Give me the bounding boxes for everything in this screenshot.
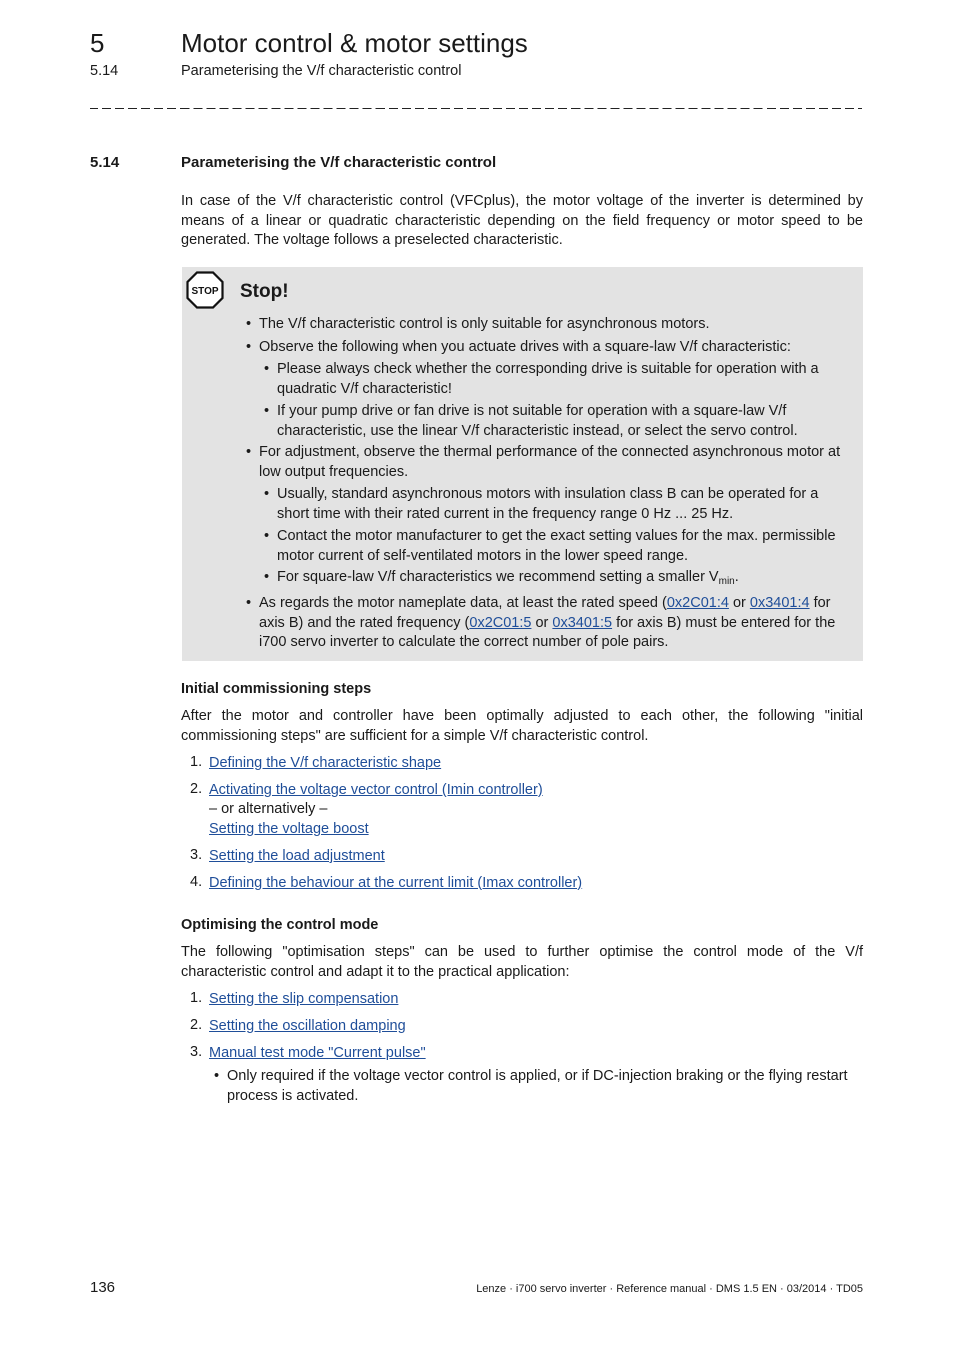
stop-subbullet: • Contact the motor manufacturer to get t… bbox=[264, 528, 836, 564]
param-link-0x2C01-4[interactable]: 0x2C01:4 bbox=[667, 595, 729, 611]
alternatively-text: – or alternatively – bbox=[209, 801, 328, 817]
initial-commissioning-text: After the motor and controller have been… bbox=[181, 708, 863, 744]
link-load-adjustment[interactable]: Setting the load adjustment bbox=[209, 847, 385, 867]
page-number: 136 bbox=[90, 1279, 116, 1296]
optimising-heading: Optimising the control mode bbox=[181, 917, 379, 933]
stop-sign-icon: STOP bbox=[186, 271, 224, 309]
chapter-title: Motor control & motor settings bbox=[181, 28, 528, 58]
link-oscillation-damping[interactable]: Setting the oscillation damping bbox=[209, 1017, 406, 1037]
stop-subbullet: • Usually, standard asynchronous motors w… bbox=[264, 486, 819, 522]
param-link-0x3401-4[interactable]: 0x3401:4 bbox=[750, 595, 810, 611]
step-number: 4. bbox=[190, 874, 203, 890]
section-number: 5.14 bbox=[90, 154, 120, 171]
running-section-number: 5.14 bbox=[90, 63, 119, 79]
step-number: 1. bbox=[190, 990, 203, 1006]
link-slip-compensation[interactable]: Setting the slip compensation bbox=[209, 990, 398, 1010]
stop-bullet: • For adjustment, observe the thermal per… bbox=[246, 444, 841, 480]
chapter-number: 5 bbox=[90, 28, 105, 58]
stop-bullet: • Observe the following when you actuate … bbox=[246, 339, 791, 355]
stop-bullet: • The V/f characteristic control is only … bbox=[246, 316, 710, 332]
optimising-text: The following "optimisation steps" can b… bbox=[181, 944, 863, 980]
stop-subbullet: • For square-law V/f characteristics we r… bbox=[264, 569, 739, 587]
initial-commissioning-heading: Initial commissioning steps bbox=[181, 681, 372, 697]
intro-paragraph: In case of the V/f characteristic contro… bbox=[181, 193, 863, 248]
link-define-vf-shape[interactable]: Defining the V/f characteristic shape bbox=[209, 754, 441, 774]
link-voltage-boost[interactable]: Setting the voltage boost bbox=[209, 820, 369, 840]
step-number: 3. bbox=[190, 847, 203, 863]
link-current-limit-behaviour[interactable]: Defining the behaviour at the current li… bbox=[209, 874, 582, 894]
step-number: 1. bbox=[190, 754, 203, 770]
running-section-title: Parameterising the V/f characteristic co… bbox=[181, 63, 462, 79]
svg-text:STOP: STOP bbox=[191, 286, 218, 297]
param-link-0x2C01-5[interactable]: 0x2C01:5 bbox=[469, 615, 531, 631]
param-link-0x3401-5[interactable]: 0x3401:5 bbox=[552, 615, 612, 631]
section-heading: Parameterising the V/f characteristic co… bbox=[181, 154, 497, 171]
link-current-pulse-test[interactable]: Manual test mode "Current pulse" bbox=[209, 1044, 426, 1064]
optimising-note: • Only required if the voltage vector con… bbox=[214, 1068, 848, 1104]
stop-subbullet: • If your pump drive or fan drive is not … bbox=[264, 403, 798, 439]
stop-label: Stop! bbox=[240, 281, 289, 302]
link-voltage-vector-control[interactable]: Activating the voltage vector control (I… bbox=[209, 781, 543, 801]
stop-warning-box: STOP Stop! • The V/f characteristic contr… bbox=[182, 267, 863, 661]
header-divider bbox=[90, 108, 862, 109]
footer-doc-info: Lenze · i700 servo inverter · Reference … bbox=[476, 1283, 863, 1295]
stop-subbullet: • Please always check whether the corresp… bbox=[264, 361, 819, 397]
step-number: 3. bbox=[190, 1044, 203, 1060]
step-number: 2. bbox=[190, 781, 203, 797]
step-number: 2. bbox=[190, 1017, 203, 1033]
stop-bullet: • As regards the motor nameplate data, at… bbox=[246, 595, 836, 650]
